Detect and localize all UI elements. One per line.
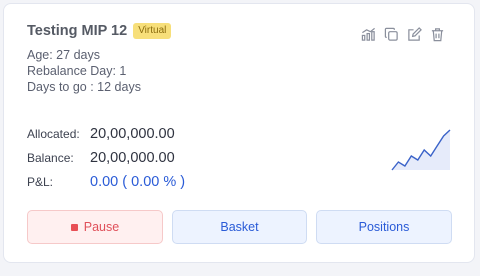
positions-button-label: Positions bbox=[358, 220, 410, 234]
balance-row: Balance: 20,00,000.00 bbox=[27, 146, 185, 170]
balance-value: 20,00,000.00 bbox=[90, 150, 175, 166]
basket-button-label: Basket bbox=[220, 220, 259, 234]
edit-icon[interactable] bbox=[406, 26, 422, 42]
action-buttons: Pause Basket Positions bbox=[27, 210, 452, 244]
basket-button[interactable]: Basket bbox=[172, 210, 307, 244]
pnl-label: P&L: bbox=[27, 175, 54, 189]
performance-sparkline bbox=[391, 129, 451, 171]
days-to-go-text: Days to go : 12 days bbox=[27, 80, 141, 94]
card-header: Testing MIP 12 Virtual bbox=[27, 23, 172, 39]
card-actions bbox=[360, 26, 452, 42]
strategy-meta: Age: 27 days Rebalance Day: 1 Days to go… bbox=[27, 47, 141, 95]
strategy-stats: Allocated: 20,00,000.00 Balance: 20,00,0… bbox=[27, 122, 185, 194]
strategy-card: Testing MIP 12 Virtual Age: 27 days Reba… bbox=[3, 3, 475, 263]
chart-icon[interactable] bbox=[360, 26, 376, 42]
stop-icon bbox=[70, 223, 78, 231]
allocated-row: Allocated: 20,00,000.00 bbox=[27, 122, 185, 146]
copy-icon[interactable] bbox=[383, 26, 399, 42]
pause-button-label: Pause bbox=[83, 220, 120, 234]
allocated-value: 20,00,000.00 bbox=[90, 126, 175, 142]
allocated-label: Allocated: bbox=[27, 127, 80, 141]
strategy-title: Testing MIP 12 bbox=[27, 23, 128, 39]
pnl-value: 0.00 ( 0.00 % ) bbox=[90, 174, 186, 190]
virtual-badge: Virtual bbox=[133, 23, 172, 39]
pause-button[interactable]: Pause bbox=[27, 210, 163, 244]
positions-button[interactable]: Positions bbox=[316, 210, 452, 244]
rebalance-day-text: Rebalance Day: 1 bbox=[27, 64, 127, 78]
age-text: Age: 27 days bbox=[27, 48, 100, 62]
delete-icon[interactable] bbox=[429, 26, 445, 42]
pnl-row: P&L: 0.00 ( 0.00 % ) bbox=[27, 170, 185, 194]
balance-label: Balance: bbox=[27, 151, 74, 165]
